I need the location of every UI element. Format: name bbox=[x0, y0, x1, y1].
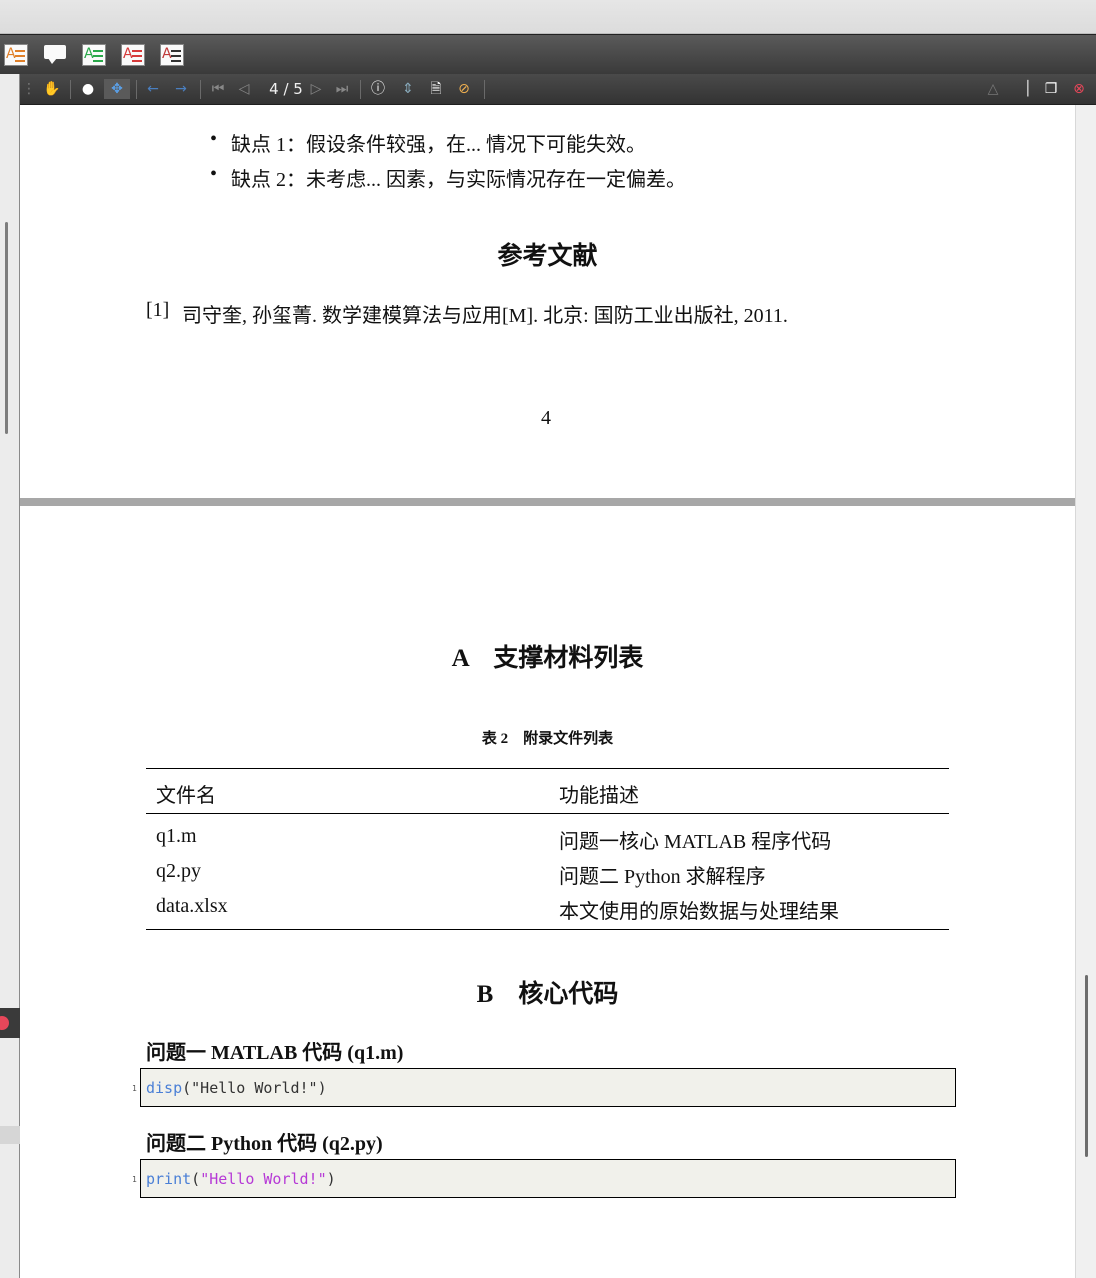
table-cell: q1.m bbox=[156, 825, 197, 847]
grip-icon: ⋮ bbox=[22, 81, 36, 97]
scrollbar-thumb[interactable] bbox=[1085, 975, 1088, 1157]
table-cell: 问题二 Python 求解程序 bbox=[559, 866, 766, 888]
reference-number: [1] bbox=[146, 299, 170, 321]
table-top-rule bbox=[146, 768, 949, 769]
table-header-description: 功能描述 bbox=[559, 785, 639, 807]
scroll-up-icon[interactable]: △ bbox=[982, 79, 1004, 99]
bullet-weakness-2: 缺点 2：未考虑... 因素，与实际情况存在一定偏差。 bbox=[231, 169, 686, 191]
code1-title: 问题一 MATLAB 代码 (q1.m) bbox=[146, 1042, 404, 1064]
line-number: 1 bbox=[132, 1175, 137, 1184]
code-args: ("Hello World!") bbox=[182, 1079, 327, 1097]
next-page-icon[interactable]: ▷ bbox=[306, 79, 326, 99]
sidebar-icon[interactable]: ▕ bbox=[1012, 79, 1034, 99]
code-block-python: 1 print("Hello World!") bbox=[132, 1159, 956, 1198]
section-b-heading: B 核心代码 bbox=[476, 981, 619, 1008]
table-header-filename: 文件名 bbox=[156, 785, 216, 807]
move-icon[interactable]: ✥ bbox=[104, 79, 130, 99]
text-annotation-green-icon[interactable]: A bbox=[82, 44, 108, 66]
code-string: "Hello World!" bbox=[200, 1170, 327, 1188]
left-panel bbox=[0, 74, 20, 1278]
export-icon[interactable]: 🗎 bbox=[426, 79, 446, 99]
line-number: 1 bbox=[132, 1084, 137, 1093]
forward-arrow-icon[interactable]: → bbox=[170, 79, 192, 99]
navigation-toolbar: ⋮ ✋ ● ✥ ← → ⏮ ◁ 4 / 5 ▷ ⏭ ⓘ ⇕ 🗎 ⊘ △ ▕ ❐ … bbox=[20, 74, 1096, 105]
text-annotation-orange-icon[interactable]: A bbox=[4, 44, 30, 66]
code-function: disp bbox=[146, 1079, 183, 1097]
bullet-dot: • bbox=[210, 128, 218, 150]
table-cell: q2.py bbox=[156, 860, 201, 882]
page-number: 4 bbox=[541, 407, 551, 429]
text-annotation-plain-icon[interactable]: A bbox=[160, 44, 186, 66]
references-heading: 参考文献 bbox=[497, 243, 598, 270]
reference-entry: 司守奎, 孙玺菁. 数学建模算法与应用[M]. 北京: 国防工业出版社, 201… bbox=[182, 305, 788, 327]
last-page-icon[interactable]: ⏭ bbox=[332, 79, 352, 99]
left-panel-item[interactable] bbox=[0, 1126, 20, 1144]
window-top-strip bbox=[0, 0, 1096, 34]
table-bottom-rule bbox=[146, 929, 949, 930]
fit-icon[interactable]: ⇕ bbox=[398, 79, 418, 99]
pan-tool-icon[interactable]: ✋ bbox=[42, 79, 62, 99]
left-panel-close[interactable] bbox=[0, 1008, 20, 1038]
back-arrow-icon[interactable]: ← bbox=[142, 79, 164, 99]
code-block-matlab: 1 disp("Hello World!") bbox=[132, 1068, 956, 1107]
code-paren: ) bbox=[326, 1170, 336, 1188]
code-function: print bbox=[146, 1170, 192, 1188]
table-cell: 问题一核心 MATLAB 程序代码 bbox=[559, 831, 832, 853]
code2-title: 问题二 Python 代码 (q2.py) bbox=[146, 1133, 383, 1155]
section-a-heading: A 支撑材料列表 bbox=[451, 645, 644, 672]
prev-page-icon[interactable]: ◁ bbox=[234, 79, 254, 99]
close-icon[interactable] bbox=[0, 1016, 9, 1030]
table-cell: 本文使用的原始数据与处理结果 bbox=[559, 901, 839, 923]
close-icon[interactable]: ⊗ bbox=[1068, 79, 1090, 99]
circle-select-icon[interactable]: ● bbox=[78, 79, 98, 99]
comment-icon[interactable] bbox=[43, 44, 69, 66]
info-icon[interactable]: ⓘ bbox=[368, 79, 388, 99]
left-scrollbar[interactable] bbox=[5, 222, 8, 434]
first-page-icon[interactable]: ⏮ bbox=[208, 79, 228, 99]
text-annotation-red-icon[interactable]: A bbox=[121, 44, 147, 66]
table-mid-rule bbox=[146, 813, 949, 814]
vertical-scrollbar[interactable] bbox=[1075, 105, 1096, 1278]
code-paren: ( bbox=[191, 1170, 201, 1188]
table-caption: 表 2 附录文件列表 bbox=[481, 731, 614, 747]
table-cell: data.xlsx bbox=[156, 895, 228, 917]
window-icon[interactable]: ❐ bbox=[1040, 79, 1062, 99]
page-separator bbox=[20, 498, 1075, 506]
annotation-toolbar: A A A A bbox=[0, 34, 1096, 74]
bullet-weakness-1: 缺点 1：假设条件较强，在... 情况下可能失效。 bbox=[231, 134, 646, 156]
bullet-dot: • bbox=[210, 163, 218, 185]
link-icon[interactable]: ⊘ bbox=[454, 79, 474, 99]
